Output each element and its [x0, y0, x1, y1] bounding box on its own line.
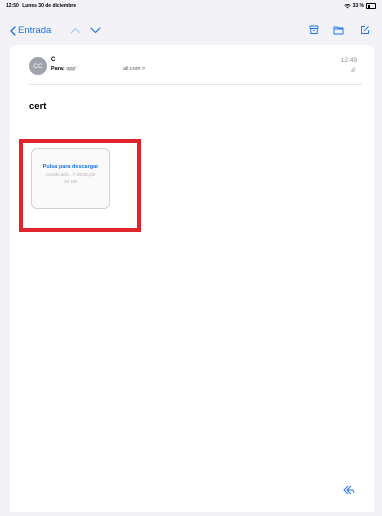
sender-name[interactable]: C: [51, 57, 55, 63]
recipient-domain: ail.com >: [123, 66, 146, 72]
message-subject: cert: [29, 101, 47, 112]
status-clock: 12:50: [6, 3, 19, 9]
battery-percent: 33 %: [352, 3, 364, 9]
status-indicators: 33 %: [343, 3, 376, 9]
reply-icon[interactable]: [343, 485, 355, 495]
header-divider: [29, 84, 362, 85]
message-card: CC C Para: app' ail.com > 12:49 cert Pul…: [10, 45, 374, 512]
recipient-line[interactable]: Para: app' ail.com >: [51, 66, 145, 72]
avatar: CC: [29, 57, 47, 75]
archive-icon[interactable]: [309, 25, 319, 35]
status-bar: 12:50 Lunes 30 de diciembre 33 %: [0, 0, 382, 11]
message-time: 12:49: [340, 57, 357, 64]
status-time: 12:50 Lunes 30 de diciembre: [6, 3, 76, 9]
navigation-bar: Entrada: [10, 22, 374, 40]
wifi-icon: [343, 3, 351, 8]
status-date: Lunes 30 de diciembre: [22, 3, 77, 9]
chevron-left-icon: [10, 25, 16, 36]
mail-screen: 12:50 Lunes 30 de diciembre 33 % Entrada: [0, 0, 382, 516]
previous-message-button[interactable]: [70, 27, 81, 34]
to-label: Para:: [51, 66, 65, 72]
attachment-highlight-box: [19, 139, 141, 232]
paperclip-icon: [351, 67, 356, 73]
compose-icon[interactable]: [360, 25, 370, 35]
back-label: Entrada: [18, 25, 52, 36]
battery-icon: [366, 3, 376, 9]
next-message-button[interactable]: [90, 27, 101, 34]
back-button[interactable]: Entrada: [10, 25, 51, 36]
recipient-address: app': [66, 66, 77, 72]
folder-icon[interactable]: [333, 25, 344, 35]
avatar-initials: CC: [33, 62, 43, 70]
